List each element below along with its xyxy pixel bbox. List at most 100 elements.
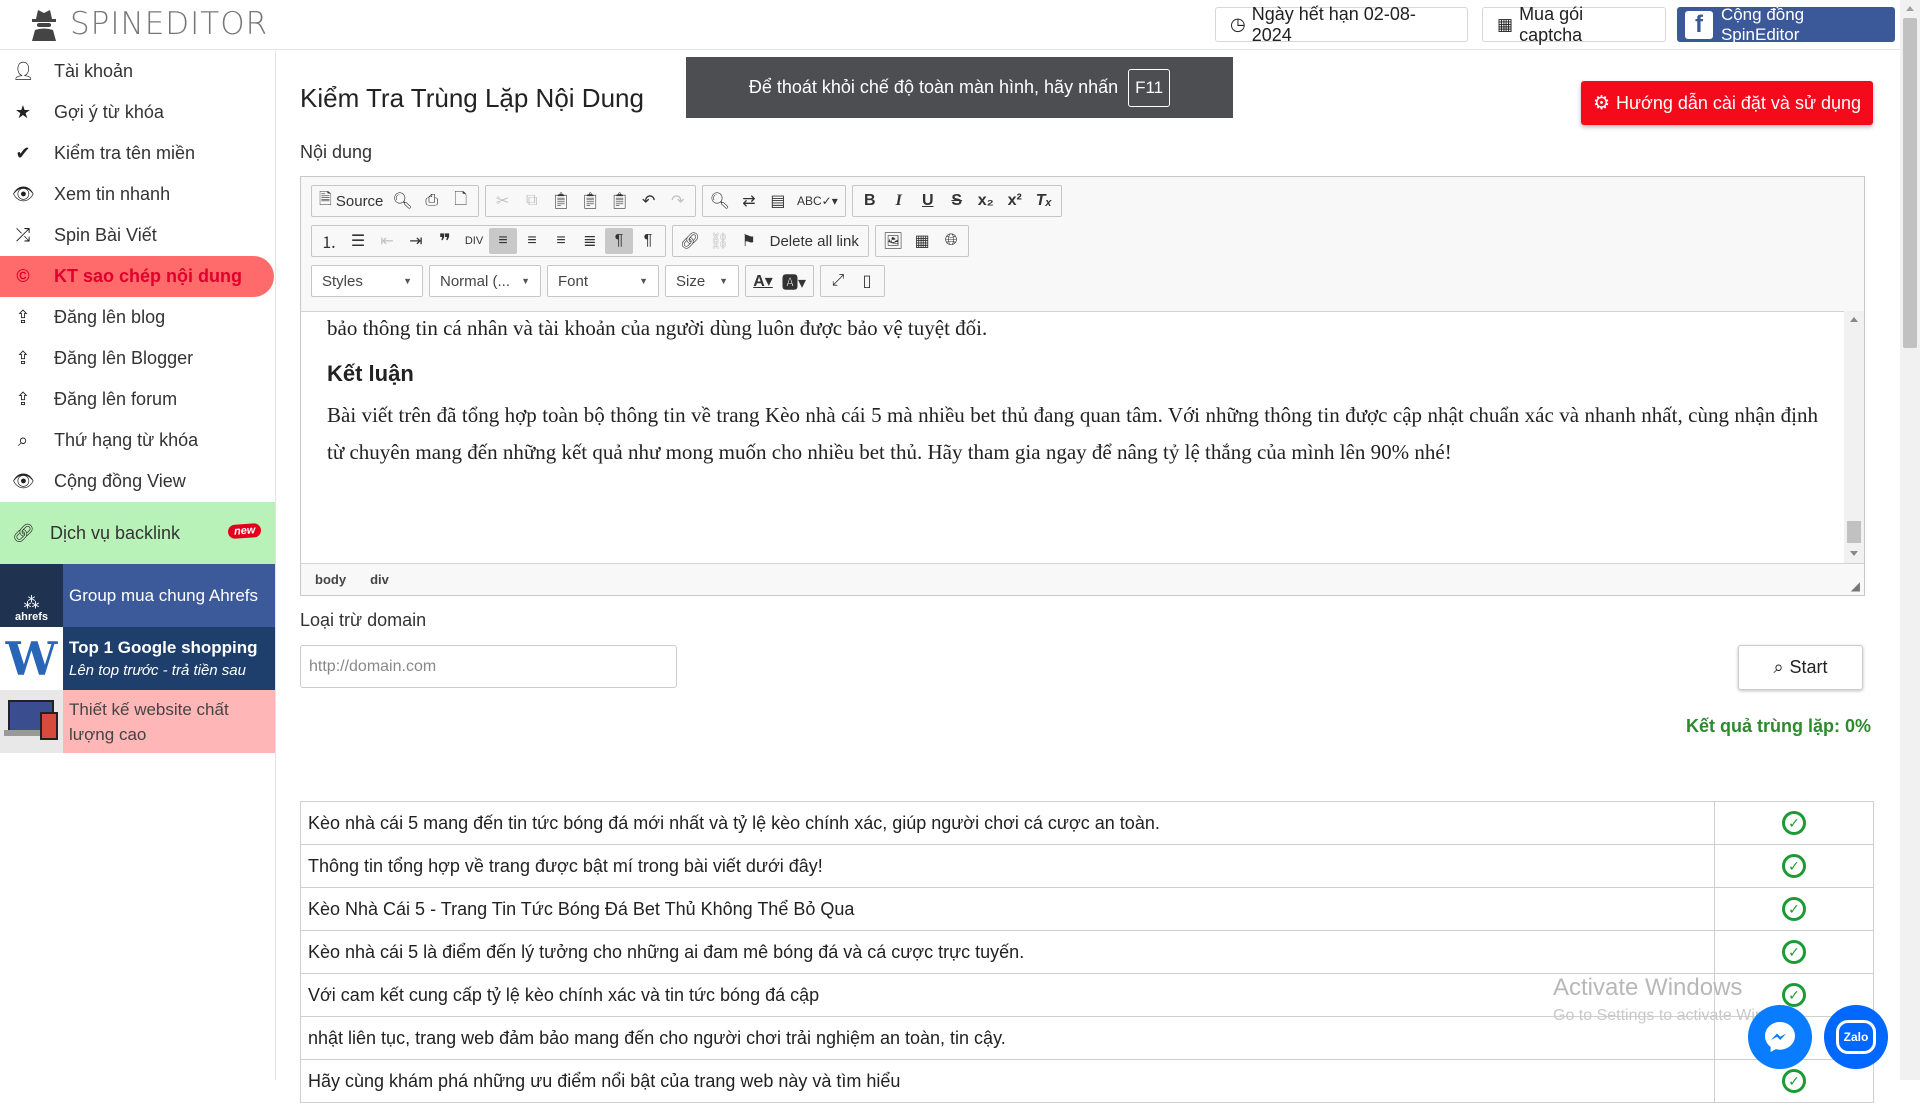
- align-left-icon[interactable]: ≡: [489, 228, 517, 254]
- align-center-icon[interactable]: ≡: [518, 228, 546, 254]
- sidebar-item[interactable]: ✔ Kiểm tra tên miền: [0, 133, 275, 174]
- font-dropdown[interactable]: Font ▼: [547, 265, 659, 297]
- sidebar-item-backlink[interactable]: 🔗︎ Dịch vụ backlink new: [0, 502, 275, 564]
- exclude-domain-input[interactable]: http://domain.com: [300, 645, 677, 688]
- image-icon[interactable]: 🖼︎: [879, 228, 907, 254]
- facebook-icon: f: [1685, 10, 1713, 39]
- italic-icon[interactable]: I: [885, 188, 913, 214]
- spellcheck-icon[interactable]: ABC✓▾: [793, 188, 842, 214]
- check-circle-icon: ✓: [1782, 940, 1806, 964]
- undo-icon[interactable]: ↶: [635, 188, 663, 214]
- expiry-button[interactable]: ◷ Ngày hết hạn 02-08-2024: [1215, 4, 1468, 45]
- resize-handle-icon[interactable]: ◢: [1851, 579, 1860, 593]
- size-value: Size: [676, 272, 706, 290]
- show-blocks-icon[interactable]: ▯: [853, 268, 881, 294]
- replace-icon[interactable]: ⇄: [735, 188, 763, 214]
- promo-shopping-subtitle: Lên top trước - trả tiền sau: [69, 662, 246, 679]
- format-dropdown[interactable]: Normal (... ▼: [429, 265, 541, 297]
- zalo-icon: Zalo: [1836, 1020, 1876, 1054]
- zalo-button[interactable]: Zalo: [1824, 1005, 1888, 1069]
- align-right-icon[interactable]: ≡: [547, 228, 575, 254]
- captcha-button[interactable]: ▦ Mua gói captcha: [1482, 4, 1666, 45]
- source-button[interactable]: 🗎︎ Source: [315, 188, 387, 214]
- bold-icon[interactable]: B: [856, 188, 884, 214]
- spy-logo-icon: [32, 10, 56, 41]
- result-sentence: Thông tin tổng hợp về trang được bật mí …: [300, 844, 1715, 888]
- content-label: Nội dung: [300, 142, 373, 162]
- domain-placeholder: http://domain.com: [309, 657, 437, 675]
- sidebar-item[interactable]: ★ Gợi ý từ khóa: [0, 92, 275, 133]
- underline-icon[interactable]: U: [914, 188, 942, 214]
- messenger-button[interactable]: [1748, 1005, 1812, 1069]
- sidebar-item[interactable]: ⌕ Thứ hạng từ khóa: [0, 420, 275, 461]
- path-div[interactable]: div: [370, 572, 389, 587]
- promo-ahrefs[interactable]: ⁂ ahrefs Group mua chung Ahrefs: [0, 564, 275, 627]
- text-color-icon[interactable]: A▾: [749, 268, 777, 294]
- preview-icon[interactable]: 🔍︎: [388, 188, 416, 214]
- unlink-icon[interactable]: ⛓: [705, 228, 733, 254]
- path-body[interactable]: body: [315, 572, 346, 587]
- styles-dropdown[interactable]: Styles ▼: [311, 265, 423, 297]
- gear-icon: ⚙: [1592, 92, 1610, 114]
- sidebar-item[interactable]: ⇪ Đăng lên blog: [0, 297, 275, 338]
- promo-website-design[interactable]: Thiết kế website chất lượng cao: [0, 690, 275, 753]
- indent-icon[interactable]: ⇥: [402, 228, 430, 254]
- sidebar-item[interactable]: 👁︎ Cộng đồng View: [0, 461, 275, 502]
- shuffle-icon: ⤮: [15, 225, 31, 245]
- print-icon[interactable]: ⎙: [418, 188, 446, 214]
- community-facebook-button[interactable]: f Cộng đồng SpinEditor: [1677, 5, 1895, 44]
- sidebar-item[interactable]: © KT sao chép nội dung: [0, 256, 274, 297]
- page-scrollbar[interactable]: [1900, 0, 1920, 1080]
- div-container-icon[interactable]: DIV: [460, 228, 488, 254]
- sidebar-item[interactable]: ⇪ Đăng lên forum: [0, 379, 275, 420]
- scroll-up-arrow-icon[interactable]: [1906, 6, 1914, 11]
- select-all-icon[interactable]: ▤: [764, 188, 792, 214]
- editor-scrollbar-thumb[interactable]: [1847, 521, 1861, 543]
- delete-all-link-button[interactable]: Delete all link: [764, 228, 865, 254]
- bulleted-list-icon[interactable]: ☰: [344, 228, 372, 254]
- justify-icon[interactable]: ≣: [576, 228, 604, 254]
- logo-text: SPINEDITOR: [70, 6, 269, 42]
- sidebar-item[interactable]: ⤮ Spin Bài Viết: [0, 215, 275, 256]
- copy-icon[interactable]: ⧉: [518, 188, 546, 214]
- maximize-icon[interactable]: ⤢: [824, 268, 852, 294]
- sidebar-item[interactable]: ⇪ Đăng lên Blogger: [0, 338, 275, 379]
- cut-icon[interactable]: ✂: [489, 188, 517, 214]
- superscript-icon[interactable]: x²: [1001, 188, 1029, 214]
- size-dropdown[interactable]: Size ▼: [665, 265, 739, 297]
- remove-format-icon[interactable]: Tₓ: [1030, 188, 1058, 214]
- table-icon[interactable]: ▦: [908, 228, 936, 254]
- editor-scrollbar[interactable]: [1844, 311, 1864, 563]
- outdent-icon[interactable]: ⇤: [373, 228, 401, 254]
- find-icon[interactable]: 🔍︎: [706, 188, 734, 214]
- paste-text-icon[interactable]: 📋︎: [576, 188, 604, 214]
- scrollbar-thumb[interactable]: [1903, 18, 1917, 348]
- redo-icon[interactable]: ↷: [664, 188, 692, 214]
- check-icon: ✔: [15, 143, 31, 163]
- sidebar-item[interactable]: 👤︎ Tài khoản: [0, 51, 275, 92]
- background-color-icon[interactable]: 🅰︎▾: [778, 268, 810, 294]
- guide-button[interactable]: ⚙ Hướng dẫn cài đặt và sử dụng: [1581, 81, 1873, 125]
- text-direction-ltr-icon[interactable]: ¶: [605, 228, 633, 254]
- subscript-icon[interactable]: x₂: [972, 188, 1000, 214]
- paste-word-icon[interactable]: 📋︎: [605, 188, 633, 214]
- sidebar-item-label: Đăng lên blog: [54, 307, 166, 327]
- numbered-list-icon[interactable]: ⒈: [315, 228, 343, 254]
- anchor-flag-icon[interactable]: ⚑: [735, 228, 763, 254]
- blockquote-icon[interactable]: ❞: [431, 228, 459, 254]
- editor-content[interactable]: bảo thông tin cá nhân và tài khoản của n…: [301, 311, 1844, 563]
- link-icon[interactable]: 🔗︎: [676, 228, 704, 254]
- app-logo[interactable]: SPINEDITOR: [28, 6, 268, 42]
- promo-google-shopping[interactable]: W Top 1 Google shopping Lên top trước - …: [0, 627, 275, 690]
- paste-icon[interactable]: 📋︎: [547, 188, 575, 214]
- text-direction-rtl-icon[interactable]: ¶: [634, 228, 662, 254]
- strikethrough-icon[interactable]: S: [943, 188, 971, 214]
- scroll-down-arrow-icon[interactable]: [1850, 551, 1858, 556]
- start-button[interactable]: ⌕ Start: [1738, 645, 1863, 690]
- table-row: Kèo Nhà Cái 5 - Trang Tin Tức Bóng Đá Be…: [300, 887, 1874, 931]
- globe-icon[interactable]: 🌐︎: [937, 228, 965, 254]
- scroll-up-arrow-icon[interactable]: [1850, 317, 1858, 322]
- table-row: Kèo nhà cái 5 là điểm đến lý tưởng cho n…: [300, 930, 1874, 974]
- sidebar-item[interactable]: 👁︎ Xem tin nhanh: [0, 174, 275, 215]
- templates-icon[interactable]: 🗋︎: [447, 188, 475, 214]
